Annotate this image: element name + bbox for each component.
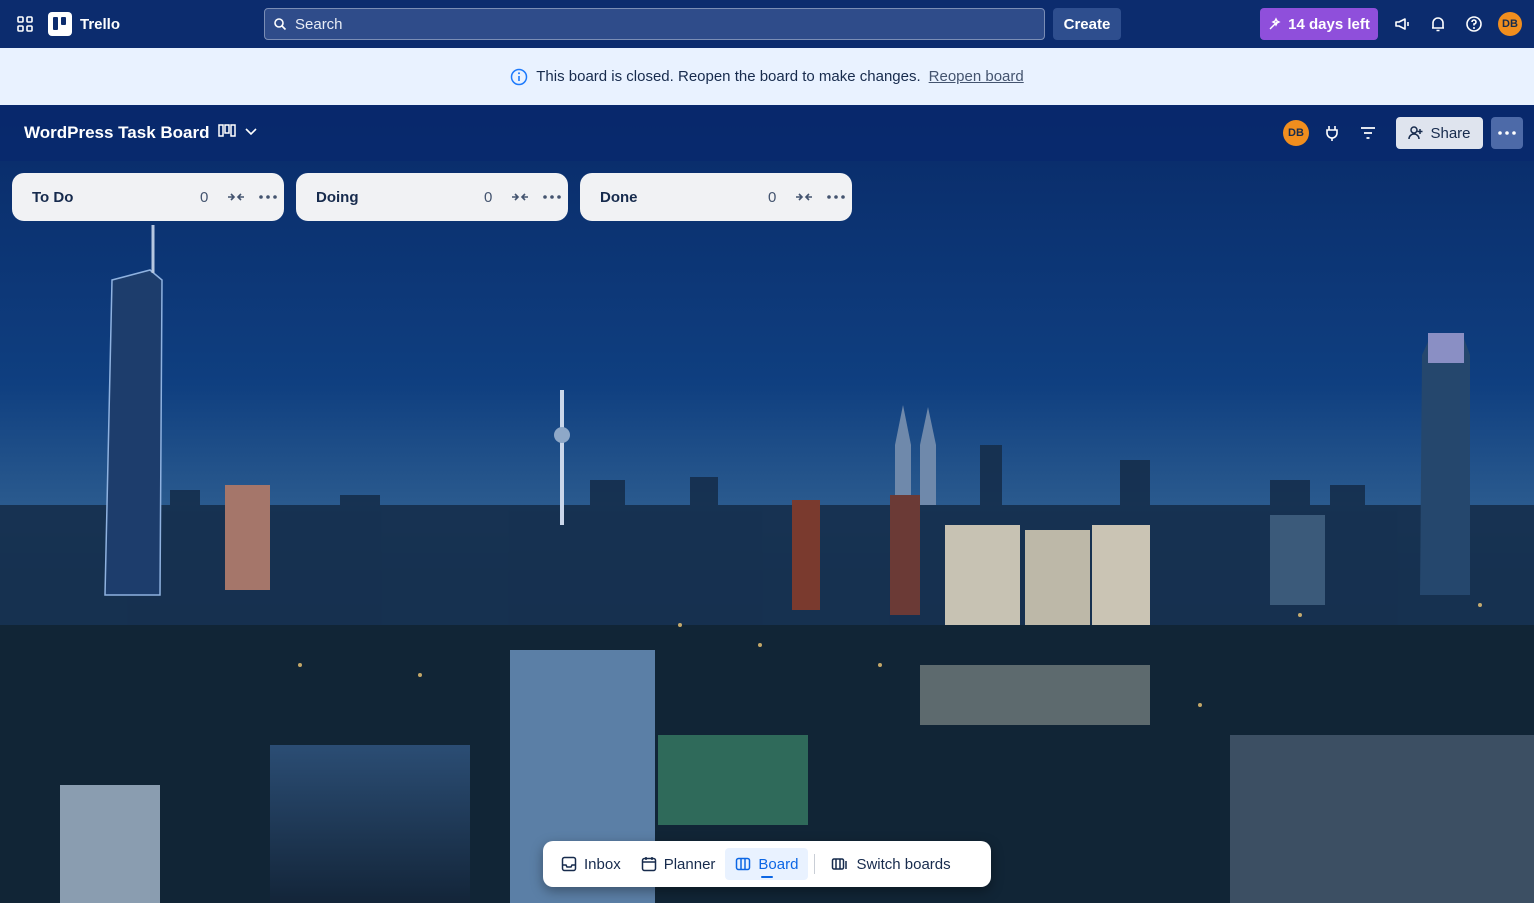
board-view-switcher[interactable] bbox=[218, 123, 258, 139]
whats-new-button[interactable] bbox=[1390, 12, 1414, 36]
more-horizontal-icon bbox=[259, 195, 277, 199]
list-card-count: 0 bbox=[768, 188, 777, 206]
inbox-icon bbox=[561, 856, 577, 872]
board-label: Board bbox=[758, 855, 799, 873]
trial-label: 14 days left bbox=[1288, 15, 1370, 33]
board-header: WordPress Task Board DB bbox=[0, 105, 1534, 161]
list-title[interactable]: Doing bbox=[316, 189, 484, 206]
create-button[interactable]: Create bbox=[1053, 8, 1121, 40]
board-button[interactable]: Board bbox=[725, 848, 809, 880]
list-actions-button[interactable] bbox=[252, 183, 284, 211]
add-person-icon bbox=[1408, 126, 1423, 140]
info-icon bbox=[511, 68, 528, 85]
chevron-down-icon bbox=[245, 128, 257, 136]
planner-label: Planner bbox=[663, 855, 716, 873]
search-bar[interactable] bbox=[264, 8, 1045, 40]
board-icon bbox=[736, 857, 751, 871]
switch-boards-button[interactable]: Switch boards bbox=[821, 848, 960, 880]
switch-boards-icon bbox=[832, 858, 848, 870]
collapse-icon bbox=[796, 193, 812, 201]
planner-button[interactable]: Planner bbox=[631, 848, 726, 880]
app-name: Trello bbox=[80, 15, 121, 33]
collapse-list-button[interactable] bbox=[504, 183, 536, 211]
plug-icon bbox=[1326, 126, 1338, 141]
board-member-avatar[interactable]: DB bbox=[1283, 120, 1309, 146]
collapse-icon bbox=[228, 193, 244, 201]
trello-logo[interactable]: Trello bbox=[48, 12, 120, 36]
list-actions-button[interactable] bbox=[536, 183, 568, 211]
board-title[interactable]: WordPress Task Board bbox=[24, 123, 210, 143]
switch-boards-label: Switch boards bbox=[856, 855, 951, 873]
grid-icon bbox=[17, 16, 33, 32]
banner-message: This board is closed. Reopen the board t… bbox=[536, 68, 921, 85]
inbox-button[interactable]: Inbox bbox=[551, 848, 631, 880]
more-horizontal-icon bbox=[1498, 131, 1516, 135]
list-title[interactable]: Done bbox=[600, 189, 768, 206]
list-actions-button[interactable] bbox=[820, 183, 852, 211]
filter-button[interactable] bbox=[1356, 121, 1380, 145]
search-icon bbox=[274, 18, 287, 31]
power-ups-button[interactable] bbox=[1320, 121, 1344, 145]
help-icon bbox=[1466, 16, 1482, 32]
more-horizontal-icon bbox=[543, 195, 561, 199]
bell-icon bbox=[1432, 17, 1444, 32]
account-avatar[interactable]: DB bbox=[1498, 12, 1522, 36]
trello-logo-icon bbox=[48, 12, 72, 36]
list-title[interactable]: To Do bbox=[32, 189, 200, 206]
board-menu-button[interactable] bbox=[1491, 117, 1523, 149]
collapse-list-button[interactable] bbox=[788, 183, 820, 211]
share-label: Share bbox=[1430, 124, 1471, 142]
more-horizontal-icon bbox=[827, 195, 845, 199]
inbox-label: Inbox bbox=[584, 855, 621, 873]
calendar-icon bbox=[641, 857, 656, 872]
top-navigation-bar: Trello Create 14 days left DB bbox=[0, 0, 1534, 48]
share-button[interactable]: Share bbox=[1396, 117, 1483, 149]
list-card-count: 0 bbox=[200, 188, 209, 206]
reopen-board-link[interactable]: Reopen board bbox=[929, 68, 1024, 85]
list-doing[interactable]: Doing 0 bbox=[296, 173, 568, 221]
city-skyline-image bbox=[0, 105, 1534, 903]
collapse-list-button[interactable] bbox=[220, 183, 252, 211]
search-input[interactable] bbox=[295, 15, 1015, 33]
list-card-count: 0 bbox=[484, 188, 493, 206]
board-view-icon bbox=[218, 124, 236, 137]
help-button[interactable] bbox=[1462, 12, 1486, 36]
board-background bbox=[0, 105, 1534, 903]
divider bbox=[814, 854, 816, 874]
bottom-navigation-bar: Inbox Planner Board Switch boards bbox=[543, 841, 991, 887]
trial-button[interactable]: 14 days left bbox=[1260, 8, 1378, 40]
notifications-button[interactable] bbox=[1426, 12, 1450, 36]
collapse-icon bbox=[512, 193, 528, 201]
app-switcher-button[interactable] bbox=[12, 10, 38, 38]
list-to-do[interactable]: To Do 0 bbox=[12, 173, 284, 221]
sparkle-icon bbox=[1269, 17, 1281, 30]
filter-icon bbox=[1361, 127, 1375, 139]
megaphone-icon bbox=[1395, 18, 1409, 30]
list-done[interactable]: Done 0 bbox=[580, 173, 852, 221]
closed-board-banner: This board is closed. Reopen the board t… bbox=[0, 48, 1534, 105]
